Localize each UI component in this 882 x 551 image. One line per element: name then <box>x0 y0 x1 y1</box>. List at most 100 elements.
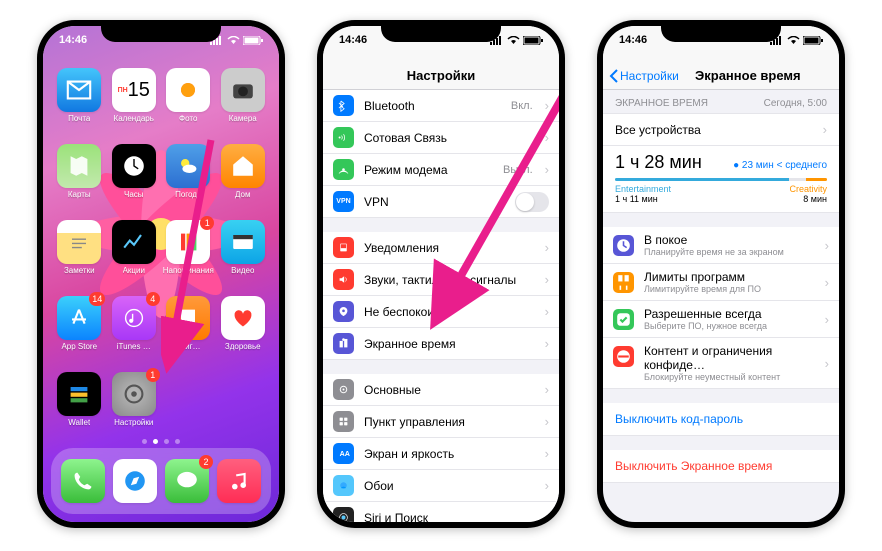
cat1-time: 1 ч 11 мин <box>615 194 671 204</box>
phone-settings: 14:46 Настройки BluetoothВкл.›Сотовая Св… <box>317 20 565 528</box>
settings-icon: 1 <box>112 372 156 416</box>
option-title: Контент и ограничения конфиде… <box>644 344 813 372</box>
back-button[interactable]: Настройки <box>609 69 679 83</box>
option-applimits[interactable]: Лимиты программЛимитируйте время для ПО › <box>603 264 839 301</box>
row-label: Сотовая Связь <box>364 131 533 145</box>
row-sounds[interactable]: Звуки, тактильные сигналы › <box>323 264 559 296</box>
row-display[interactable]: AAЭкран и яркость› <box>323 438 559 470</box>
app-label: Видео <box>231 266 254 275</box>
row-label: Звуки, тактильные сигналы <box>364 273 533 287</box>
row-dnd[interactable]: Не беспокоить› <box>323 296 559 328</box>
row-siri[interactable]: Siri и Поиск› <box>323 502 559 522</box>
row-value: Вкл. <box>511 100 533 112</box>
battery-icon <box>803 36 823 45</box>
status-time: 14:46 <box>619 34 647 46</box>
app-label: Календарь <box>114 114 154 123</box>
app-weather[interactable]: Погода <box>162 144 215 212</box>
section-label: ЭКРАННОЕ ВРЕМЯ <box>615 98 708 109</box>
nav-title: Настройки <box>407 68 476 83</box>
option-downtime[interactable]: В покоеПланируйте время не за экраном› <box>603 227 839 264</box>
app-grid: ПочтаПН15КалендарьФотоКамера КартыЧасыПог… <box>43 62 279 432</box>
dock-safari[interactable] <box>113 459 157 503</box>
option-subtitle: Выберите ПО, нужное всегда <box>644 321 813 331</box>
wifi-icon <box>227 36 240 45</box>
row-hotspot[interactable]: Режим модемаВыкл.› <box>323 154 559 186</box>
status-indicators <box>210 36 263 45</box>
disable-passcode-link[interactable]: Выключить код-пароль <box>603 403 839 436</box>
app-books[interactable]: Книг… <box>162 296 215 364</box>
chevron-right-icon: › <box>545 446 549 461</box>
app-reminders[interactable]: 1Напоминания <box>162 220 215 288</box>
app-notes[interactable]: Заметки <box>53 220 106 288</box>
app-home[interactable]: Дом <box>217 144 270 212</box>
app-health[interactable]: Здоровье <box>217 296 270 364</box>
toggle[interactable] <box>515 192 549 212</box>
app-itunes[interactable]: 4iTunes … <box>108 296 161 364</box>
wallet-icon <box>57 372 101 416</box>
dock-messages[interactable]: 2 <box>165 459 209 503</box>
usage-card[interactable]: Все устройства › 1 ч 28 мин ● 23 мин < с… <box>603 113 839 213</box>
chevron-right-icon: › <box>545 336 549 351</box>
allowed-icon <box>613 309 634 330</box>
row-vpn[interactable]: VPNVPN <box>323 186 559 218</box>
phone-screentime: 14:46 Настройки Экранное время ЭКРАННОЕ … <box>597 20 845 528</box>
row-label: Экранное время <box>364 337 533 351</box>
sounds-icon <box>333 269 354 290</box>
mail-icon <box>57 68 101 112</box>
appstore-icon: 14 <box>57 296 101 340</box>
chevron-right-icon: › <box>825 275 829 290</box>
row-screentime[interactable]: Экранное время › <box>323 328 559 360</box>
option-title: Разрешенные всегда <box>644 307 813 321</box>
row-cellular[interactable]: Сотовая Связь› <box>323 122 559 154</box>
row-wallpaper[interactable]: Обои› <box>323 470 559 502</box>
camera-icon <box>221 68 265 112</box>
row-label: Экран и яркость <box>364 447 533 461</box>
reminders-icon: 1 <box>166 220 210 264</box>
badge: 4 <box>146 292 160 306</box>
row-label: Пункт управления <box>364 415 533 429</box>
app-camera[interactable]: Камера <box>217 68 270 136</box>
option-title: В покое <box>644 233 813 247</box>
settings-list: BluetoothВкл.›Сотовая Связь›Режим модема… <box>323 90 559 522</box>
app-appstore[interactable]: 14App Store <box>53 296 106 364</box>
row-notifications[interactable]: Уведомления› <box>323 232 559 264</box>
row-label: Bluetooth <box>364 99 501 113</box>
app-calendar[interactable]: ПН15Календарь <box>108 68 161 136</box>
app-stocks[interactable]: Акции <box>108 220 161 288</box>
home-icon <box>221 144 265 188</box>
chevron-right-icon: › <box>545 272 549 287</box>
screentime-content: ЭКРАННОЕ ВРЕМЯ Сегодня, 5:00 Все устройс… <box>603 90 839 522</box>
app-videos[interactable]: Видео <box>217 220 270 288</box>
content-icon <box>613 346 634 367</box>
videos-icon <box>221 220 265 264</box>
home-screen: 14:46 ПочтаПН15КалендарьФотоКамераКартыЧ… <box>43 26 279 522</box>
badge: 14 <box>89 292 105 306</box>
hotspot-icon <box>333 159 354 180</box>
disable-screentime-link[interactable]: Выключить Экранное время <box>603 450 839 483</box>
chevron-right-icon: › <box>825 356 829 371</box>
app-mail[interactable]: Почта <box>53 68 106 136</box>
notes-icon <box>57 220 101 264</box>
option-title: Лимиты программ <box>644 270 813 284</box>
row-controlcenter[interactable]: Пункт управления› <box>323 406 559 438</box>
app-wallet[interactable]: Wallet <box>53 372 106 440</box>
app-clock[interactable]: Часы <box>108 144 161 212</box>
app-maps[interactable]: Карты <box>53 144 106 212</box>
row-general[interactable]: Основные› <box>323 374 559 406</box>
battery-icon <box>523 36 543 45</box>
app-label: Дом <box>235 190 250 199</box>
dock-phone[interactable] <box>61 459 105 503</box>
option-subtitle: Лимитируйте время для ПО <box>644 284 813 294</box>
cat2-name: Creativity <box>789 184 827 194</box>
row-bluetooth[interactable]: BluetoothВкл.› <box>323 90 559 122</box>
option-content[interactable]: Контент и ограничения конфиде…Блокируйте… <box>603 338 839 389</box>
dock-music[interactable] <box>217 459 261 503</box>
categories: Entertainment 1 ч 11 мин Creativity 8 ми… <box>603 181 839 212</box>
app-settings[interactable]: 1Настройки <box>108 372 161 440</box>
chevron-left-icon <box>609 69 618 83</box>
app-photos[interactable]: Фото <box>162 68 215 136</box>
option-allowed[interactable]: Разрешенные всегдаВыберите ПО, нужное вс… <box>603 301 839 338</box>
health-icon <box>221 296 265 340</box>
stocks-icon <box>112 220 156 264</box>
app-label: Wallet <box>68 418 90 427</box>
